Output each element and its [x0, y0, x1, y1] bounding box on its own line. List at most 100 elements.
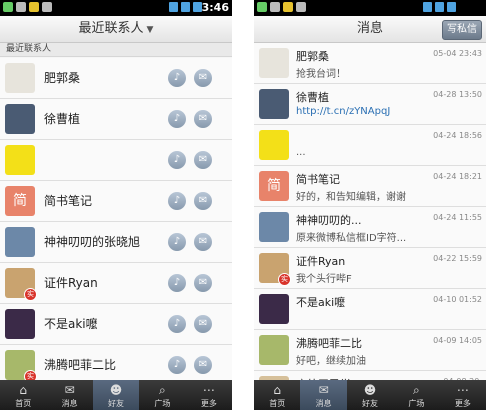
avatar — [5, 145, 35, 175]
tab-more[interactable]: ⋯ 更多 — [440, 380, 486, 410]
verified-badge: 实 — [278, 273, 291, 286]
system-icons — [423, 2, 456, 12]
tab-label: 更多 — [454, 399, 471, 408]
friends-icon: ☻ — [363, 383, 377, 397]
tab-friends[interactable]: ☻ 好友 — [347, 380, 393, 410]
message-row[interactable]: 实证件Ryan 我个头行哔F 04-22 15:59 — [254, 248, 486, 289]
notification-icons — [257, 2, 306, 12]
microphone-icon[interactable]: ♪ — [168, 69, 186, 87]
tab-label: 消息 — [315, 399, 332, 408]
tab-more[interactable]: ⋯ 更多 — [186, 380, 232, 410]
contact-row[interactable]: 神神叨叨的张晓旭 ♪ ✉ — [0, 222, 232, 263]
alarm-icon — [423, 2, 432, 12]
mail-icon[interactable]: ✉ — [194, 192, 212, 210]
message-preview: 我个头行哔F — [296, 274, 352, 285]
message-preview: 好吧，继续加油 — [296, 356, 366, 367]
notification-icon — [42, 2, 52, 12]
notification-icon — [29, 2, 39, 12]
microphone-icon[interactable]: ♪ — [168, 151, 186, 169]
more-icon: ⋯ — [456, 383, 469, 397]
tab-label: 广场 — [154, 399, 171, 408]
mail-icon[interactable]: ✉ — [194, 233, 212, 251]
message-row[interactable]: ... 04-24 18:56 — [254, 125, 486, 166]
signal-icon — [447, 2, 456, 12]
mail-icon[interactable]: ✉ — [194, 151, 212, 169]
message-row[interactable]: 简简书笔记 好的，和告知编辑，谢谢 04-24 18:21 — [254, 166, 486, 207]
mail-icon[interactable]: ✉ — [194, 274, 212, 292]
contact-name: 肥郭桑 — [44, 71, 81, 85]
microphone-icon[interactable]: ♪ — [168, 315, 186, 333]
tab-label: 好友 — [362, 399, 379, 408]
message-preview: 原来微博私信框ID字符... — [296, 233, 407, 244]
contact-row[interactable]: ♪ ✉ — [0, 140, 232, 181]
contact-name: 简书笔记 — [44, 194, 93, 208]
verified-badge: 实 — [24, 288, 37, 301]
sender-name: 证件Ryan — [296, 255, 346, 268]
tab-square[interactable]: ⌕ 广场 — [139, 380, 185, 410]
title-text: 最近联系人 — [78, 21, 144, 36]
tab-messages[interactable]: ✉ 消息 — [46, 380, 92, 410]
mail-icon[interactable]: ✉ — [194, 315, 212, 333]
tab-square[interactable]: ⌕ 广场 — [393, 380, 439, 410]
mail-icon[interactable]: ✉ — [194, 110, 212, 128]
notification-icon — [16, 2, 26, 12]
message-row[interactable]: 不是aki嚒 04-10 01:52 — [254, 289, 486, 330]
contact-name: 沸腾吧菲二比 — [44, 358, 117, 372]
message-preview[interactable]: http://t.cn/zYNApqJ — [296, 106, 446, 117]
tab-home[interactable]: ⌂ 首页 — [0, 380, 46, 410]
tab-label: 更多 — [200, 399, 217, 408]
search-icon: ⌕ — [413, 383, 420, 397]
tab-home[interactable]: ⌂ 首页 — [254, 380, 300, 410]
microphone-icon[interactable]: ♪ — [168, 192, 186, 210]
message-time: 04-22 15:59 — [433, 254, 482, 263]
page-title: 消息 写私信 — [254, 16, 486, 43]
avatar: 简 — [259, 171, 289, 201]
contact-name: 证件Ryan — [44, 276, 98, 290]
message-row[interactable]: 沸腾吧菲二比 好吧，继续加油 04-09 14:05 — [254, 330, 486, 371]
tab-label: 消息 — [61, 399, 78, 408]
search-icon: ⌕ — [159, 383, 166, 397]
avatar — [5, 309, 35, 339]
notification-icon — [257, 2, 267, 12]
message-row[interactable]: 神神叨叨的... 原来微博私信框ID字符... 04-24 11:55 — [254, 207, 486, 248]
compose-message-button[interactable]: 写私信 — [442, 20, 482, 40]
microphone-icon[interactable]: ♪ — [168, 233, 186, 251]
microphone-icon[interactable]: ♪ — [168, 110, 186, 128]
contact-name: 不是aki嚒 — [44, 317, 98, 331]
avatar — [5, 63, 35, 93]
divider — [232, 0, 254, 410]
microphone-icon[interactable]: ♪ — [168, 274, 186, 292]
friends-icon: ☻ — [109, 383, 123, 397]
contact-row[interactable]: 简简书笔记 ♪ ✉ — [0, 181, 232, 222]
sender-name: 神神叨叨的... — [296, 214, 362, 227]
sender-name: 不是aki嚒 — [296, 296, 346, 309]
message-time: 04-24 11:55 — [433, 213, 482, 222]
tab-label: 首页 — [269, 399, 286, 408]
notification-icon — [270, 2, 280, 12]
contact-row[interactable]: 不是aki嚒 ♪ ✉ — [0, 304, 232, 345]
mail-icon[interactable]: ✉ — [194, 356, 212, 374]
system-icons — [169, 2, 202, 12]
status-bar — [254, 0, 486, 16]
notification-icons — [3, 2, 52, 12]
contact-name: 神神叨叨的张晓旭 — [44, 235, 141, 249]
more-icon: ⋯ — [202, 383, 215, 397]
contact-row[interactable]: 实证件Ryan ♪ ✉ — [0, 263, 232, 304]
contact-row[interactable]: 徐曹植 ♪ ✉ — [0, 99, 232, 140]
microphone-icon[interactable]: ♪ — [168, 356, 186, 374]
right-phone-screen: 消息 写私信 肥郭桑 抢我台词！ 05-04 23:43 徐曹植 http://t.cn… — [254, 0, 486, 410]
tab-bar: ⌂ 首页 ✉ 消息 ☻ 好友 ⌕ 广场 ⋯ 更多 — [0, 380, 232, 410]
avatar — [5, 227, 35, 257]
avatar — [259, 294, 289, 324]
mail-icon[interactable]: ✉ — [194, 69, 212, 87]
message-row[interactable]: 徐曹植 http://t.cn/zYNApqJ 04-28 13:50 — [254, 84, 486, 125]
message-row[interactable]: 肥郭桑 抢我台词！ 05-04 23:43 — [254, 43, 486, 84]
home-icon: ⌂ — [273, 383, 282, 397]
tab-messages[interactable]: ✉ 消息 — [300, 380, 347, 410]
avatar — [259, 335, 289, 365]
section-header: 最近联系人 — [0, 43, 232, 57]
tab-friends[interactable]: ☻ 好友 — [92, 380, 140, 410]
mail-icon: ✉ — [318, 383, 329, 397]
page-title[interactable]: 最近联系人 ▼ — [0, 16, 232, 43]
contact-row[interactable]: 肥郭桑 ♪ ✉ — [0, 58, 232, 99]
